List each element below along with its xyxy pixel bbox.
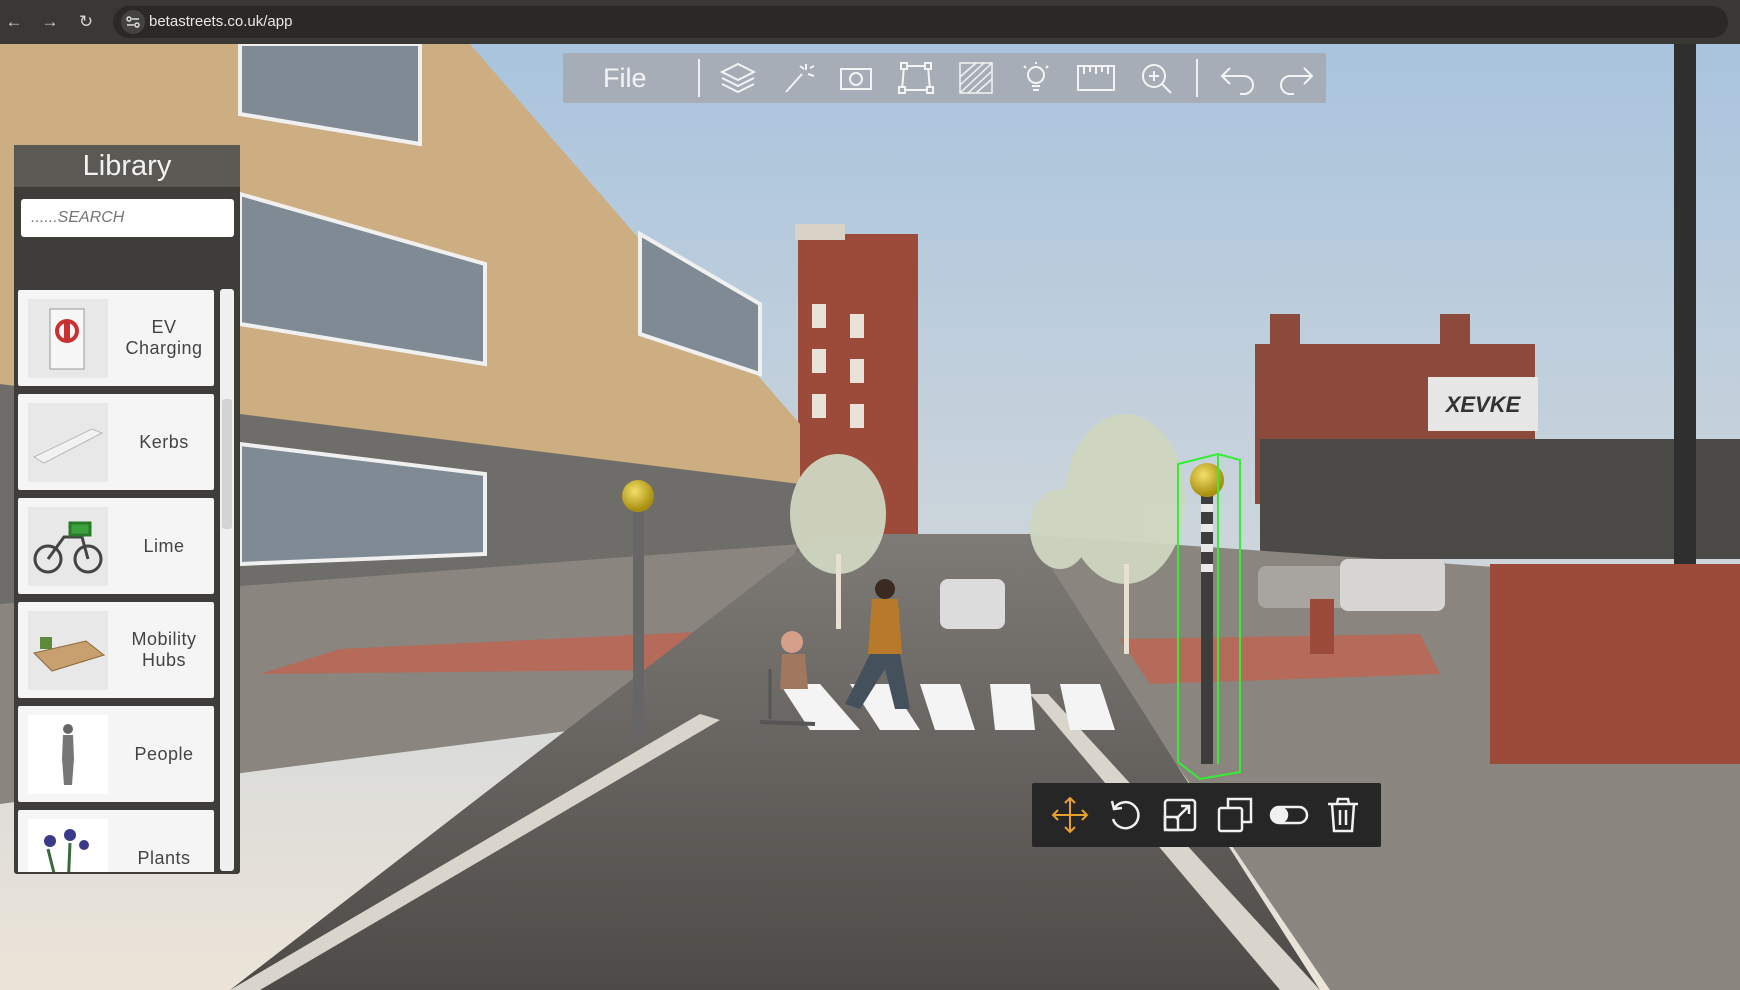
browser-toolbar: ← → ↻ betastreets.co.uk/app — [0, 0, 1740, 44]
main-toolbar: File — [563, 53, 1326, 103]
forward-icon[interactable]: → — [38, 10, 62, 34]
delete-icon[interactable] — [1323, 795, 1363, 835]
library-item-label: People — [134, 743, 194, 764]
scale-icon[interactable] — [1160, 795, 1200, 835]
library-scrollbar-thumb[interactable] — [222, 399, 232, 529]
duplicate-icon[interactable] — [1215, 795, 1255, 835]
file-menu[interactable]: File — [603, 63, 647, 94]
transform-icon[interactable] — [896, 60, 936, 96]
lime-bike-thumbnail — [28, 507, 108, 586]
move-icon[interactable] — [1050, 795, 1090, 835]
library-item-label: Plants — [137, 847, 191, 868]
camera-icon[interactable] — [836, 60, 876, 96]
address-bar[interactable]: betastreets.co.uk/app — [113, 6, 1728, 38]
library-search-input[interactable] — [21, 199, 234, 237]
layers-icon[interactable] — [718, 60, 758, 96]
library-item-label: Lime — [143, 535, 185, 556]
person-thumbnail — [28, 715, 108, 794]
library-item-mobility-hubs[interactable]: Mobility Hubs — [18, 602, 214, 698]
ev-charger-thumbnail — [28, 299, 108, 378]
redo-icon[interactable] — [1276, 60, 1316, 96]
undo-icon[interactable] — [1218, 60, 1258, 96]
library-scrollbar[interactable] — [220, 289, 234, 871]
lightbulb-icon[interactable] — [1016, 60, 1056, 96]
kerb-thumbnail — [28, 403, 108, 482]
street-scene-canvas[interactable]: XEVKE — [0, 44, 1740, 990]
library-title: Library — [14, 145, 240, 187]
toggle-icon[interactable] — [1269, 795, 1309, 835]
library-item-label: Kerbs — [139, 431, 189, 452]
rotate-icon[interactable] — [1105, 795, 1145, 835]
zoom-in-icon[interactable] — [1136, 60, 1176, 96]
library-item-lime[interactable]: Lime — [18, 498, 214, 594]
library-item-plants[interactable]: Plants — [18, 810, 214, 872]
library-item-label: Mobility Hubs — [131, 629, 197, 670]
library-item-label: EV Charging — [125, 317, 203, 358]
library-item-ev-charging[interactable]: EV Charging — [18, 290, 214, 386]
library-list: EV Charging Kerbs Lime Mobility Hubs Peo… — [18, 290, 214, 872]
url-text: betastreets.co.uk/app — [149, 13, 293, 30]
site-info-icon[interactable] — [121, 10, 145, 34]
plant-thumbnail — [28, 819, 108, 872]
library-item-kerbs[interactable]: Kerbs — [18, 394, 214, 490]
reload-icon[interactable]: ↻ — [74, 10, 98, 34]
toolbar-divider — [698, 59, 700, 97]
ruler-icon[interactable] — [1076, 60, 1116, 96]
object-toolbar — [1032, 783, 1381, 847]
toolbar-divider — [1196, 59, 1198, 97]
mobility-hub-thumbnail — [28, 611, 108, 690]
back-icon[interactable]: ← — [2, 10, 26, 34]
billboard-text: XEVKE — [1444, 392, 1522, 417]
texture-icon[interactable] — [956, 60, 996, 96]
library-panel: Library EV Charging Kerbs Lime Mobility … — [14, 145, 240, 874]
magic-wand-icon[interactable] — [778, 60, 818, 96]
library-item-people[interactable]: People — [18, 706, 214, 802]
